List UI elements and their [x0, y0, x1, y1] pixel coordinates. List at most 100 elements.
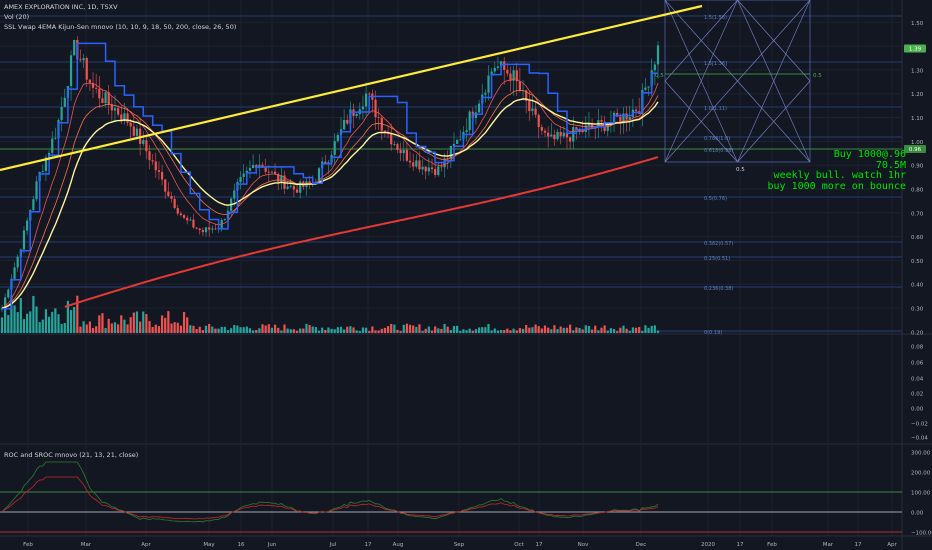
- candle-body: [634, 109, 638, 112]
- candle-body: [41, 171, 44, 172]
- candle-body: [120, 114, 123, 121]
- volume-bar: [412, 325, 415, 333]
- volume-bar: [333, 329, 336, 333]
- volume-bar: [499, 330, 503, 333]
- volume-bar: [236, 325, 239, 333]
- price-tick-label: 1.20: [911, 92, 924, 98]
- candle-body: [556, 131, 559, 140]
- candle-body: [154, 161, 157, 171]
- volume-bar: [113, 322, 117, 333]
- volume-bar: [581, 329, 584, 333]
- candle-body: [126, 113, 129, 123]
- vwap-line: [1, 98, 659, 309]
- candle-body: [95, 87, 98, 89]
- volume-bar: [628, 330, 631, 333]
- volume-bar: [82, 321, 85, 333]
- volume-bar: [286, 328, 289, 333]
- candle-body: [85, 58, 88, 80]
- candle-body: [421, 166, 424, 170]
- candle-body: [477, 103, 481, 113]
- volume-bar: [201, 330, 204, 333]
- candle-body: [60, 106, 63, 121]
- candle-body: [390, 134, 393, 145]
- volume-bar: [230, 328, 233, 333]
- candle-body: [164, 179, 167, 192]
- volume-bar: [305, 323, 308, 333]
- volume-bar: [26, 313, 29, 333]
- candle-body: [157, 170, 161, 172]
- candle-body: [252, 164, 255, 168]
- price-tick-label: 0.60: [911, 235, 924, 241]
- volume-bar: [19, 298, 22, 333]
- volume-bar: [170, 323, 173, 333]
- volume-bar: [493, 328, 496, 333]
- volume-bar: [474, 329, 478, 333]
- candle-body: [600, 120, 603, 122]
- volume-bar: [95, 326, 98, 333]
- time-tick-label: 17: [855, 542, 862, 548]
- volume-bar: [368, 331, 371, 333]
- volume-bar: [496, 330, 500, 333]
- volume-bar: [51, 311, 54, 333]
- note-line: weekly bull. watch 1hr: [773, 170, 906, 181]
- time-tick-label: 16: [238, 542, 245, 548]
- volume-bar: [214, 328, 217, 333]
- candle-body: [239, 176, 242, 183]
- volume-bar: [396, 329, 399, 333]
- time-tick-label: Feb: [23, 542, 33, 548]
- price-tick-label: 0.30: [911, 307, 924, 313]
- volume-bar: [245, 326, 248, 333]
- candle-body: [186, 217, 189, 221]
- volume-bar: [148, 321, 151, 333]
- volume-bar: [503, 330, 506, 333]
- candle-body: [437, 166, 440, 176]
- gann-label: 0.5: [736, 167, 745, 173]
- sub-tick-label: −0.02: [911, 422, 928, 428]
- volume-bar: [198, 326, 201, 333]
- volume-bar: [575, 327, 578, 333]
- candle-body: [289, 186, 292, 187]
- candle-body: [493, 67, 496, 72]
- candle-body: [142, 140, 145, 144]
- candle-body: [13, 267, 16, 279]
- price-tick-label: 0.70: [911, 211, 924, 217]
- volume-bar: [528, 327, 531, 333]
- volume-bar: [562, 327, 565, 333]
- candle-body: [537, 114, 540, 128]
- time-tick-label: Aug: [393, 542, 404, 548]
- chart-canvas[interactable]: 1.501.401.301.201.101.000.900.800.700.60…: [0, 0, 932, 550]
- volume-bar: [44, 309, 48, 333]
- candle-body: [346, 119, 349, 124]
- volume-bar: [176, 322, 179, 333]
- volume-bar: [572, 330, 575, 333]
- candle-body: [145, 140, 148, 152]
- candle-body: [427, 167, 430, 172]
- time-tick-label: Dec: [636, 542, 647, 548]
- roc-tick-label: 0.00: [911, 511, 924, 517]
- candle-body: [270, 171, 274, 173]
- volume-bar: [531, 327, 534, 333]
- candle-body: [182, 215, 186, 218]
- volume-bar: [120, 315, 123, 333]
- volume-bar: [622, 325, 625, 333]
- volume-bar: [569, 324, 572, 333]
- volume-bar: [600, 327, 603, 333]
- volume-bar: [76, 295, 79, 333]
- volume-bar: [292, 329, 296, 333]
- candle-body: [54, 137, 57, 139]
- fib-level-label: 1.5[1.36]: [704, 61, 727, 67]
- volume-bar: [280, 330, 283, 333]
- volume-bar: [612, 328, 616, 333]
- fib-level-label: 0.382(0.57): [704, 241, 733, 247]
- candle-body: [534, 108, 537, 115]
- candle-body: [223, 218, 226, 221]
- candle-body: [543, 130, 547, 133]
- candle-body: [343, 119, 346, 130]
- volume-bar: [625, 328, 628, 333]
- candle-body: [32, 199, 35, 211]
- volume-bar: [101, 313, 104, 333]
- volume-bar: [57, 314, 60, 333]
- candle-body: [456, 140, 459, 144]
- candle-body: [572, 127, 575, 142]
- volume-bar: [35, 306, 38, 333]
